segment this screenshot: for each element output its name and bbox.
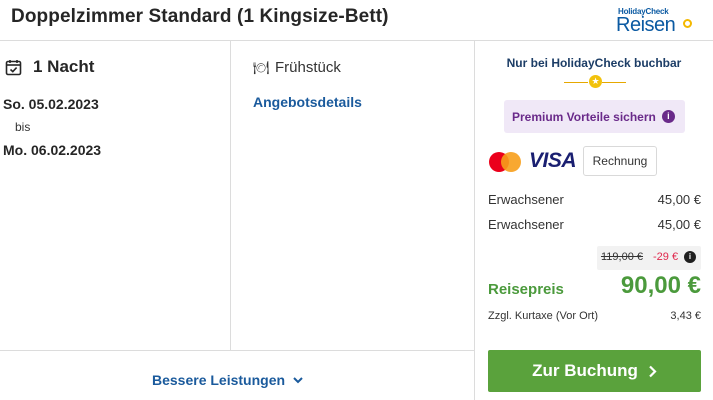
offer-details-link[interactable]: Angebotsdetails xyxy=(253,94,362,110)
nights-label: 1 Nacht xyxy=(33,57,95,76)
premium-label: Premium Vorteile sichern xyxy=(512,109,656,124)
info-icon: i xyxy=(661,110,675,123)
better-services-label: Bessere Leistungen xyxy=(152,372,286,388)
room-title: Doppelzimmer Standard (1 Kingsize-Bett) xyxy=(11,6,389,27)
total-price-label: Reisepreis xyxy=(488,281,564,298)
nights-info: 1 Nacht xyxy=(5,57,94,77)
star-ornament: ★ xyxy=(556,75,634,89)
book-now-label: Zur Buchung xyxy=(532,361,638,380)
discount-info-icon[interactable]: i xyxy=(684,251,696,263)
divider-bottom xyxy=(0,350,474,351)
star-icon: ★ xyxy=(589,75,602,88)
tourist-tax-value: 3,43 € xyxy=(670,310,701,322)
total-price-value: 90,00 € xyxy=(620,272,701,299)
divider-left xyxy=(230,41,231,350)
premium-benefits-button[interactable]: Premium Vorteile sichern i xyxy=(504,100,685,133)
invoice-payment-badge: Rechnung xyxy=(583,146,657,176)
original-price: 119,00 € xyxy=(601,251,644,263)
calendar-check-icon xyxy=(5,59,22,75)
ornament-line-right xyxy=(602,82,626,83)
mastercard-orange-circle xyxy=(501,152,521,172)
visa-logo: VISA xyxy=(529,149,577,172)
tourist-tax-label: Zzgl. Kurtaxe (Vor Ort) xyxy=(488,310,599,322)
traveler-price: 45,00 € xyxy=(657,192,701,207)
discount-box: 119,00 € -29 € i xyxy=(597,246,701,270)
sun-icon xyxy=(683,19,692,28)
exclusive-note: Nur bei HolidayCheck buchbar xyxy=(506,56,682,70)
better-services-toggle[interactable]: Bessere Leistungen xyxy=(152,372,303,388)
board-info: 🍽 Frühstück xyxy=(253,59,341,76)
traveler-row: Erwachsener 45,00 € xyxy=(488,217,701,232)
traveler-label: Erwachsener xyxy=(488,217,564,232)
traveler-label: Erwachsener xyxy=(488,192,564,207)
traveler-row: Erwachsener 45,00 € xyxy=(488,192,701,207)
ornament-line-left xyxy=(564,82,588,83)
cutlery-icon: 🍽 xyxy=(253,59,270,75)
checkout-date: Mo. 06.02.2023 xyxy=(3,142,102,158)
tourist-tax-row: Zzgl. Kurtaxe (Vor Ort) 3,43 € xyxy=(488,310,701,322)
logo-reisen-text: Reisen xyxy=(616,14,676,36)
chevron-right-icon xyxy=(649,365,657,377)
board-label: Frühstück xyxy=(275,59,341,76)
book-now-button[interactable]: Zur Buchung xyxy=(488,350,701,392)
traveler-price: 45,00 € xyxy=(657,217,701,232)
discount-amount: -29 € xyxy=(653,251,679,263)
date-separator: bis xyxy=(15,120,31,134)
mastercard-icon xyxy=(489,151,523,173)
divider-right xyxy=(474,41,475,400)
offer-header: Doppelzimmer Standard (1 Kingsize-Bett) … xyxy=(0,0,713,41)
chevron-down-icon xyxy=(293,377,303,384)
checkin-date: So. 05.02.2023 xyxy=(3,96,99,112)
holidaycheck-reisen-logo[interactable]: HolidayCheck Reisen xyxy=(615,7,695,37)
